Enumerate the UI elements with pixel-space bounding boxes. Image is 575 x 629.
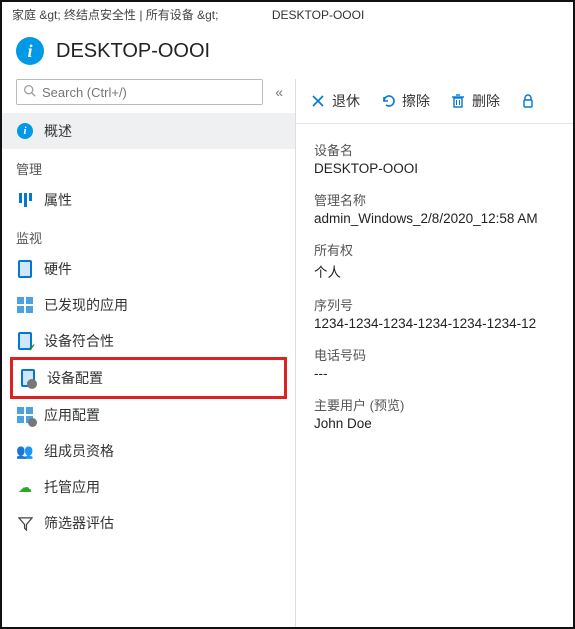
sidebar: « i 概述 管理 属性 监视 硬件 xyxy=(2,79,296,627)
info-icon: i xyxy=(16,122,34,140)
nav-item-app-config[interactable]: 应用配置 xyxy=(2,397,295,433)
collapse-sidebar-button[interactable]: « xyxy=(271,84,287,100)
nav-section-manage: 管理 xyxy=(2,149,295,182)
nav-item-discovered-apps[interactable]: 已发现的应用 xyxy=(2,287,295,323)
nav-item-hardware[interactable]: 硬件 xyxy=(2,251,295,287)
field-label: 序列号 xyxy=(314,295,555,314)
field-value: --- xyxy=(314,366,555,381)
nav-item-device-compliance[interactable]: 设备符合性 xyxy=(2,323,295,359)
nav-label: 概述 xyxy=(44,121,72,141)
apps-gear-icon xyxy=(16,406,34,424)
toolbar: 退休 擦除 删除 xyxy=(296,79,573,124)
button-label: 退休 xyxy=(332,91,360,111)
field-mgmt-name: 管理名称 admin_Windows_2/8/2020_12:58 AM xyxy=(314,190,555,226)
nav-label: 筛选器评估 xyxy=(44,513,114,533)
undo-icon xyxy=(380,93,396,109)
filter-icon xyxy=(16,514,34,532)
info-icon: i xyxy=(16,37,44,65)
x-icon xyxy=(310,93,326,109)
nav-label: 托管应用 xyxy=(44,477,100,497)
trash-icon xyxy=(450,93,466,109)
details-pane: 设备名 DESKTOP-OOOI 管理名称 admin_Windows_2/8/… xyxy=(296,124,573,627)
field-value: John Doe xyxy=(314,416,555,431)
nav-label: 已发现的应用 xyxy=(44,295,128,315)
page-title-bar: i DESKTOP-OOOI xyxy=(2,27,573,79)
button-label: 删除 xyxy=(472,91,500,111)
nav-item-group-membership[interactable]: 👥 组成员资格 xyxy=(2,433,295,469)
button-label: 擦除 xyxy=(402,91,430,111)
field-device-name: 设备名 DESKTOP-OOOI xyxy=(314,140,555,176)
breadcrumb[interactable]: 家庭 &gt; 终结点安全性 | 所有设备 &gt; DESKTOP-OOOI xyxy=(2,2,573,27)
wipe-button[interactable]: 擦除 xyxy=(372,87,438,115)
field-label: 所有权 xyxy=(314,240,555,259)
lock-icon xyxy=(520,93,536,109)
nav-item-overview[interactable]: i 概述 xyxy=(2,113,295,149)
field-value: DESKTOP-OOOI xyxy=(314,161,555,176)
nav-label: 应用配置 xyxy=(44,405,100,425)
nav-item-filter-eval[interactable]: 筛选器评估 xyxy=(2,505,295,541)
properties-icon xyxy=(16,191,34,209)
nav-item-properties[interactable]: 属性 xyxy=(2,182,295,218)
device-gear-icon xyxy=(19,369,37,387)
field-label: 管理名称 xyxy=(314,190,555,209)
field-serial: 序列号 1234-1234-1234-1234-1234-1234-12 xyxy=(314,295,555,331)
apps-icon xyxy=(16,296,34,314)
nav-section-monitor: 监视 xyxy=(2,218,295,251)
field-label: 电话号码 xyxy=(314,345,555,364)
field-ownership: 所有权 个人 xyxy=(314,240,555,281)
nav-label: 设备符合性 xyxy=(44,331,114,351)
field-label: 设备名 xyxy=(314,140,555,159)
nav-label: 组成员资格 xyxy=(44,441,114,461)
field-label: 主要用户 (预览) xyxy=(314,395,555,414)
breadcrumb-path[interactable]: 家庭 &gt; 终结点安全性 | 所有设备 &gt; xyxy=(12,8,218,22)
device-icon xyxy=(16,260,34,278)
field-primary-user: 主要用户 (预览) John Doe xyxy=(314,395,555,431)
search-icon xyxy=(23,84,36,100)
search-box[interactable] xyxy=(16,79,263,105)
people-icon: 👥 xyxy=(16,442,34,460)
nav-label: 属性 xyxy=(44,190,72,210)
more-button[interactable] xyxy=(512,89,544,113)
nav-list: i 概述 管理 属性 监视 硬件 已发现的应用 xyxy=(2,113,295,627)
field-value: admin_Windows_2/8/2020_12:58 AM xyxy=(314,211,555,226)
nav-item-managed-apps[interactable]: ☁ 托管应用 xyxy=(2,469,295,505)
delete-button[interactable]: 删除 xyxy=(442,87,508,115)
nav-item-device-config[interactable]: 设备配置 xyxy=(19,362,278,394)
app-frame: 家庭 &gt; 终结点安全性 | 所有设备 &gt; DESKTOP-OOOI … xyxy=(0,0,575,629)
breadcrumb-current: DESKTOP-OOOI xyxy=(272,8,364,22)
field-phone: 电话号码 --- xyxy=(314,345,555,381)
content-body: « i 概述 管理 属性 监视 硬件 xyxy=(2,79,573,627)
nav-label: 硬件 xyxy=(44,259,72,279)
page-title: DESKTOP-OOOI xyxy=(56,40,210,63)
field-value: 个人 xyxy=(314,261,555,281)
search-input[interactable] xyxy=(42,85,256,100)
field-value: 1234-1234-1234-1234-1234-1234-12 xyxy=(314,316,555,331)
retire-button[interactable]: 退休 xyxy=(302,87,368,115)
cloud-icon: ☁ xyxy=(16,478,34,496)
search-row: « xyxy=(2,79,295,113)
highlight-box: 设备配置 xyxy=(10,357,287,399)
device-check-icon xyxy=(16,332,34,350)
main-pane: 退休 擦除 删除 xyxy=(296,79,573,627)
nav-label: 设备配置 xyxy=(47,368,103,388)
